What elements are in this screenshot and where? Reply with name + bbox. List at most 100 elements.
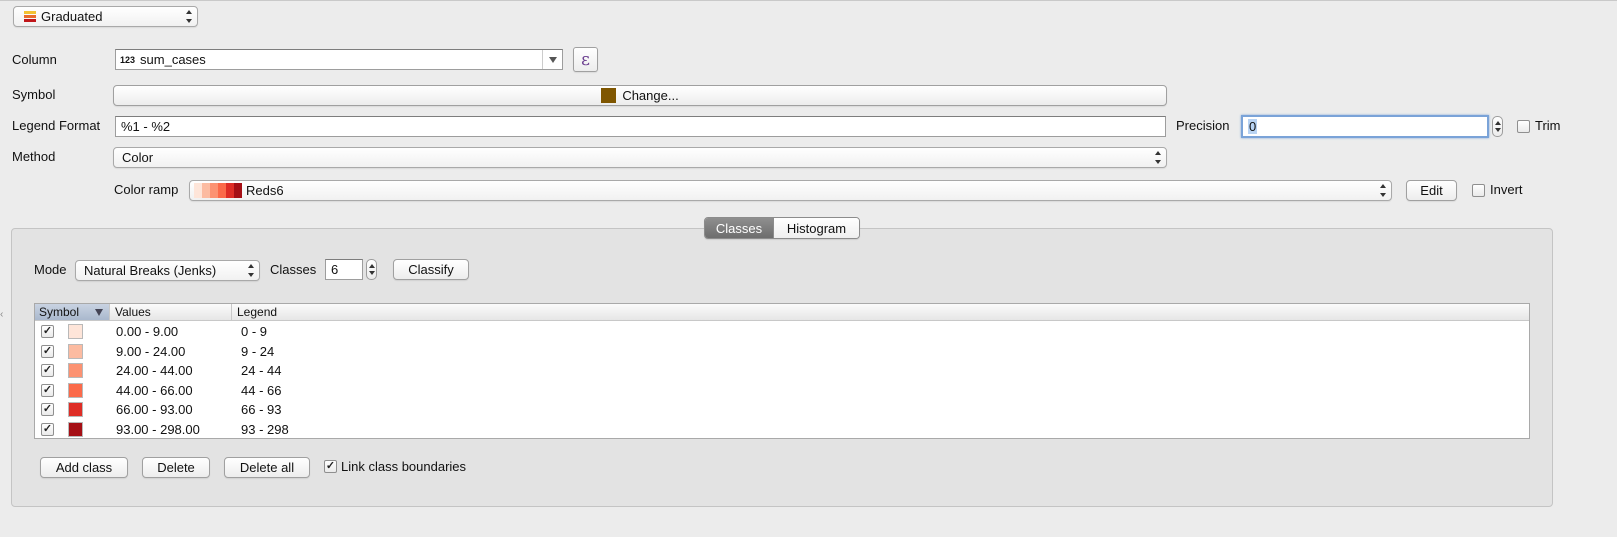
classify-button[interactable]: Classify (393, 259, 469, 280)
method-label: Method (12, 149, 56, 164)
class-visible-checkbox[interactable]: ✓ (41, 344, 54, 358)
class-legend[interactable]: 24 - 44 (241, 363, 281, 378)
top-divider (0, 0, 1617, 1)
class-legend[interactable]: 0 - 9 (241, 324, 267, 339)
sort-descending-icon (95, 309, 103, 316)
delete-label: Delete (157, 460, 195, 475)
column-header-legend[interactable]: Legend (233, 304, 433, 320)
color-ramp-select[interactable]: Reds6 (189, 180, 1392, 201)
class-visible-checkbox[interactable]: ✓ (41, 364, 54, 377)
header-values-label: Values (115, 305, 151, 319)
table-row[interactable]: ✓ 44.00 - 66.00 44 - 66 (35, 381, 1529, 400)
class-visible-checkbox[interactable]: ✓ (41, 383, 54, 397)
column-value: sum_cases (140, 52, 206, 67)
tab-classes[interactable]: Classes (705, 218, 773, 238)
method-select[interactable]: Color (113, 147, 1167, 168)
column-label: Column (12, 52, 57, 67)
delete-all-button[interactable]: Delete all (224, 457, 310, 478)
mode-select[interactable]: Natural Breaks (Jenks) (75, 260, 260, 281)
invert-checkbox[interactable] (1472, 184, 1485, 197)
splitter-handle-icon[interactable]: ‹ (0, 309, 3, 320)
column-combobox[interactable]: 123 sum_cases (115, 49, 563, 70)
precision-label: Precision (1176, 118, 1230, 133)
class-symbol-swatch[interactable] (68, 382, 83, 398)
color-ramp-stop (194, 183, 202, 198)
class-symbol-swatch[interactable] (68, 324, 83, 339)
classes-count-input[interactable]: 6 (325, 259, 363, 280)
class-values[interactable]: 9.00 - 24.00 (116, 344, 185, 359)
classify-button-label: Classify (408, 262, 454, 277)
class-values[interactable]: 0.00 - 9.00 (116, 324, 178, 339)
graduated-renderer-icon (24, 11, 36, 22)
tab-histogram[interactable]: Histogram (773, 218, 859, 238)
class-visible-checkbox[interactable]: ✓ (41, 403, 54, 416)
precision-stepper[interactable] (1492, 116, 1503, 137)
class-legend[interactable]: 44 - 66 (241, 383, 281, 398)
precision-value: 0 (1248, 119, 1258, 134)
class-values[interactable]: 66.00 - 93.00 (116, 402, 193, 417)
epsilon-icon: ε (581, 49, 590, 70)
classes-table[interactable]: Symbol Values Legend ✓ 0.00 - 9.00 0 - 9 ✓ 9… (34, 303, 1530, 439)
updown-arrows-icon (1154, 151, 1161, 164)
trim-label: Trim (1535, 118, 1561, 133)
precision-input[interactable]: 0 (1241, 115, 1489, 138)
class-symbol-swatch[interactable] (68, 421, 83, 437)
color-ramp-label: Color ramp (114, 182, 179, 197)
classes-stepper[interactable] (366, 259, 377, 280)
legend-format-input[interactable]: %1 - %2 (115, 116, 1166, 137)
legend-format-value: %1 - %2 (121, 119, 171, 134)
renderer-select[interactable]: Graduated (13, 6, 198, 27)
class-symbol-swatch[interactable] (68, 343, 83, 359)
color-ramp-stop (202, 183, 210, 198)
class-visible-checkbox[interactable]: ✓ (41, 422, 54, 436)
symbol-label: Symbol (12, 87, 56, 102)
class-symbol-swatch[interactable] (68, 363, 83, 378)
updown-arrows-icon (185, 10, 192, 23)
class-values[interactable]: 93.00 - 298.00 (116, 422, 200, 437)
edit-button-label: Edit (1420, 183, 1443, 198)
symbol-change-button[interactable]: Change... (113, 85, 1167, 106)
add-class-label: Add class (55, 460, 113, 475)
header-symbol-label: Symbol (39, 305, 80, 319)
color-ramp-stop (234, 183, 242, 198)
classes-count-value: 6 (331, 262, 339, 277)
legend-format-label: Legend Format (12, 118, 101, 133)
color-ramp-stop (218, 183, 226, 198)
color-ramp-preview (194, 183, 242, 198)
renderer-select-value: Graduated (41, 9, 103, 24)
symbol-change-label: Change... (622, 88, 679, 103)
mode-label: Mode (34, 262, 67, 277)
link-class-boundaries-checkbox[interactable]: ✓ (324, 460, 337, 473)
delete-all-label: Delete all (239, 460, 295, 475)
class-symbol-swatch[interactable] (68, 402, 83, 417)
header-legend-label: Legend (237, 305, 278, 319)
class-values[interactable]: 44.00 - 66.00 (116, 383, 193, 398)
dropdown-arrow-icon[interactable] (542, 50, 562, 69)
table-row[interactable]: ✓ 0.00 - 9.00 0 - 9 (35, 322, 1529, 341)
class-values[interactable]: 24.00 - 44.00 (116, 363, 193, 378)
link-class-boundaries-label: Link class boundaries (341, 459, 467, 474)
column-header-values[interactable]: Values (111, 304, 232, 320)
method-value: Color (122, 150, 154, 165)
updown-arrows-icon (1379, 184, 1386, 197)
color-ramp-stop (226, 183, 234, 198)
expression-button[interactable]: ε (573, 47, 598, 72)
table-row[interactable]: ✓ 24.00 - 44.00 24 - 44 (35, 361, 1529, 380)
class-visible-checkbox[interactable]: ✓ (41, 325, 54, 338)
class-legend[interactable]: 66 - 93 (241, 402, 281, 417)
color-ramp-edit-button[interactable]: Edit (1406, 180, 1457, 201)
table-row[interactable]: ✓ 93.00 - 298.00 93 - 298 (35, 420, 1529, 439)
table-row[interactable]: ✓ 66.00 - 93.00 66 - 93 (35, 400, 1529, 419)
column-type-badge: 123 (120, 54, 136, 65)
mode-value: Natural Breaks (Jenks) (84, 263, 217, 278)
symbol-swatch (601, 88, 617, 103)
class-legend[interactable]: 9 - 24 (241, 344, 274, 359)
trim-checkbox[interactable] (1517, 120, 1530, 133)
delete-button[interactable]: Delete (142, 457, 210, 478)
updown-arrows-icon (247, 264, 254, 277)
column-header-symbol[interactable]: Symbol (35, 304, 110, 320)
add-class-button[interactable]: Add class (40, 457, 128, 478)
table-row[interactable]: ✓ 9.00 - 24.00 9 - 24 (35, 342, 1529, 361)
class-legend[interactable]: 93 - 298 (241, 422, 289, 437)
color-ramp-stop (210, 183, 218, 198)
